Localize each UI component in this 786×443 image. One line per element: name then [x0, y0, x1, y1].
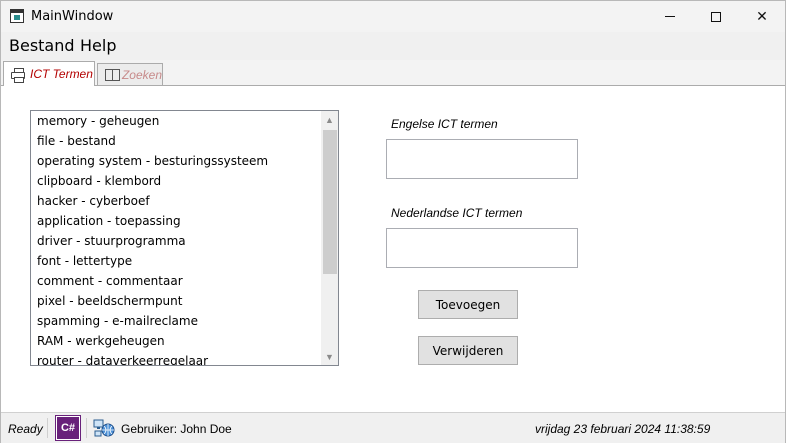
- tab-label: ICT Termen: [30, 67, 93, 81]
- delete-button[interactable]: Verwijderen: [418, 336, 518, 365]
- list-item[interactable]: hacker - cyberboef: [31, 191, 321, 211]
- list-item[interactable]: font - lettertype: [31, 251, 321, 271]
- english-terms-input[interactable]: [386, 139, 578, 179]
- app-window-icon: [10, 9, 24, 23]
- scroll-thumb[interactable]: [323, 130, 337, 274]
- status-user: Gebruiker: John Doe: [121, 422, 232, 436]
- tab-content-panel: memory - geheugen file - bestand operati…: [1, 85, 785, 412]
- menu-bar: Bestand Help: [1, 32, 785, 60]
- list-item[interactable]: comment - commentaar: [31, 271, 321, 291]
- status-separator: [47, 418, 48, 438]
- status-separator: [86, 418, 87, 438]
- minimize-button[interactable]: [647, 1, 693, 32]
- list-item[interactable]: driver - stuurprogramma: [31, 231, 321, 251]
- scroll-down-icon[interactable]: ▼: [321, 348, 338, 365]
- list-scrollbar[interactable]: ▲ ▼: [321, 111, 338, 365]
- add-button[interactable]: Toevoegen: [418, 290, 518, 319]
- tab-zoeken[interactable]: Zoeken: [97, 63, 163, 85]
- list-item[interactable]: router - dataverkeerregelaar: [31, 351, 321, 365]
- title-bar[interactable]: MainWindow ✕: [1, 1, 785, 32]
- maximize-icon: [711, 11, 721, 22]
- list-item[interactable]: memory - geheugen: [31, 111, 321, 131]
- network-user-icon: [93, 419, 115, 437]
- menu-bestand[interactable]: Bestand: [9, 36, 75, 55]
- english-terms-label: Engelse ICT termen: [391, 117, 498, 131]
- close-button[interactable]: ✕: [739, 1, 785, 32]
- tab-ict-termen[interactable]: ICT Termen: [3, 61, 95, 86]
- list-item[interactable]: spamming - e-mailreclame: [31, 311, 321, 331]
- list-item[interactable]: file - bestand: [31, 131, 321, 151]
- dutch-terms-input[interactable]: [386, 228, 578, 268]
- book-icon: [105, 69, 120, 81]
- list-item[interactable]: application - toepassing: [31, 211, 321, 231]
- list-item[interactable]: RAM - werkgeheugen: [31, 331, 321, 351]
- menu-help[interactable]: Help: [80, 36, 116, 55]
- list-item[interactable]: pixel - beeldschermpunt: [31, 291, 321, 311]
- main-window: MainWindow ✕ Bestand Help ICT Termen Zoe…: [0, 0, 786, 443]
- status-datetime: vrijdag 23 februari 2024 11:38:59: [535, 422, 711, 436]
- window-title: MainWindow: [31, 9, 114, 24]
- list-item[interactable]: operating system - besturingssysteem: [31, 151, 321, 171]
- terms-list: memory - geheugen file - bestand operati…: [31, 111, 321, 365]
- tab-strip: ICT Termen Zoeken: [1, 60, 785, 86]
- minimize-icon: [665, 16, 675, 17]
- terms-listbox[interactable]: memory - geheugen file - bestand operati…: [30, 110, 339, 366]
- csharp-icon: C#: [55, 415, 81, 441]
- scroll-up-icon[interactable]: ▲: [321, 111, 338, 128]
- status-ready: Ready: [8, 422, 43, 436]
- printer-icon: [11, 68, 25, 83]
- tab-label: Zoeken: [121, 67, 162, 82]
- close-icon: ✕: [756, 8, 768, 25]
- status-bar: Ready C# Gebruiker: John Doe vrijdag 23 …: [1, 412, 785, 443]
- dutch-terms-label: Nederlandse ICT termen: [391, 206, 523, 220]
- maximize-button[interactable]: [693, 1, 739, 32]
- list-item[interactable]: clipboard - klembord: [31, 171, 321, 191]
